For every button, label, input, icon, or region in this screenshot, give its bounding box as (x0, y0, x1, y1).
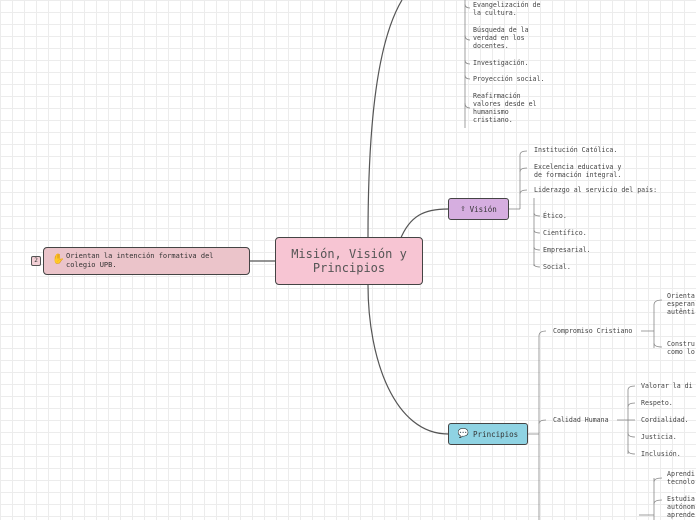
vision-topic[interactable]: ⇪ Visión (448, 198, 509, 220)
calidad-item[interactable]: Cordialidad. (641, 416, 689, 424)
central-topic[interactable]: Misión, Visión y Principios (275, 237, 423, 285)
vision-subitem[interactable]: Empresarial. (543, 246, 591, 254)
upload-icon: ⇪ (460, 204, 466, 214)
vision-label: Visión (469, 204, 497, 214)
vision-subitem[interactable]: Científico. (543, 229, 587, 237)
left-topic-text: Orientan la intención formativa del cole… (66, 252, 214, 269)
compromiso-item[interactable]: Constru como lo (667, 340, 695, 356)
vision-item[interactable]: Institución Católica. (534, 146, 617, 154)
list-item[interactable]: Investigación. (473, 59, 529, 67)
calidad-item[interactable]: Respeto. (641, 399, 673, 407)
left-topic[interactable]: ✋ Orientan la intención formativa del co… (43, 247, 250, 275)
principles-topic[interactable]: 💬 Principios (448, 423, 528, 445)
chat-icon: 💬 (457, 429, 470, 439)
principles-label: Principios (473, 429, 519, 439)
compromiso-topic[interactable]: Compromiso Cristiano (553, 327, 632, 335)
vision-item[interactable]: Excelencia educativa y de formación inte… (534, 163, 621, 179)
calidad-item[interactable]: Inclusión. (641, 450, 681, 458)
list-item[interactable]: Reafirmación valores desde el humanismo … (473, 92, 537, 124)
collapse-count-badge[interactable]: 2 (31, 256, 41, 266)
principles-item[interactable]: Estudia autónom aprende (667, 495, 695, 519)
vision-subitem[interactable]: Social. (543, 263, 571, 271)
vision-subitem[interactable]: Ético. (543, 212, 567, 220)
calidad-item[interactable]: Valorar la di (641, 382, 693, 390)
central-topic-title: Misión, Visión y Principios (291, 247, 407, 275)
hand-icon: ✋ (52, 254, 65, 265)
list-item[interactable]: Proyección social. (473, 75, 544, 83)
compromiso-item[interactable]: Orienta esperan autênti (667, 292, 695, 316)
principles-item[interactable]: Aprendi tecnolo (667, 470, 695, 486)
list-item[interactable]: Evangelización de la cultura. (473, 1, 541, 17)
list-item[interactable]: Búsqueda de la verdad en los docentes. (473, 26, 529, 50)
vision-item[interactable]: Liderazgo al servicio del país: (534, 186, 657, 194)
calidad-item[interactable]: Justicia. (641, 433, 677, 441)
calidad-topic[interactable]: Calidad Humana (553, 416, 609, 424)
